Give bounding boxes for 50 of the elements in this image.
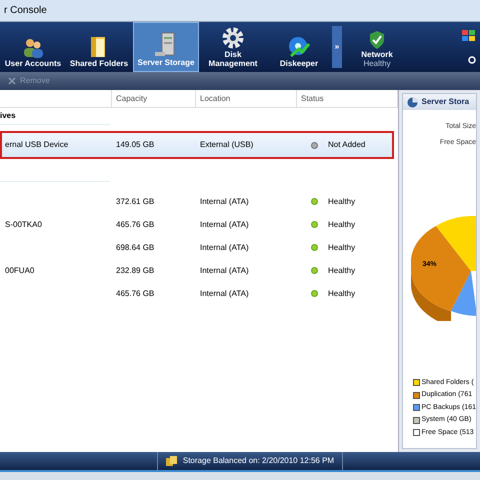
table-row[interactable]: S-00TKA0 465.76 GB Internal (ATA) Healthy (0, 213, 398, 236)
table-cell: Healthy (328, 264, 356, 276)
shield-check-icon (369, 30, 385, 50)
table-cell: Healthy (328, 218, 356, 230)
windows-logo-icon (462, 30, 476, 42)
table-cell: 698.64 GB (116, 242, 154, 252)
nav-tab[interactable]: Diskeeper (266, 22, 332, 72)
window-title: r Console (4, 4, 47, 18)
table-cell: Not Added (328, 139, 366, 151)
table-row[interactable]: ernal USB Device 149.05 GB External (USB) Not Added (0, 131, 394, 159)
table-cell: 149.05 GB (116, 140, 154, 149)
folders-icon (166, 456, 177, 466)
more-button[interactable]: » (332, 26, 342, 68)
column-header: Location (200, 92, 230, 104)
table-cell: Healthy (328, 242, 356, 254)
table-cell: Healthy (328, 288, 356, 300)
table-row[interactable]: 00FUA0 232.89 GB Internal (ATA) Healthy (0, 259, 398, 282)
table-cell: Internal (ATA) (200, 196, 249, 206)
group-title: ives (0, 110, 16, 122)
table-cell: Internal (ATA) (200, 266, 249, 274)
users-icon (22, 37, 44, 59)
table-row[interactable]: 698.64 GB Internal (ATA) Healthy (0, 236, 398, 259)
disk-icon (287, 35, 311, 59)
table-cell: Healthy (328, 196, 356, 208)
table-cell: 465.76 GB (116, 288, 154, 298)
table-row[interactable]: 465.76 GB Internal (ATA) Healthy (0, 282, 398, 305)
column-header: Capacity (116, 92, 148, 104)
table-cell: 372.61 GB (116, 196, 154, 206)
nav-tab[interactable]: Disk Management (200, 22, 266, 72)
network-status-text: Healthy (363, 59, 391, 68)
table-cell: External (USB) (200, 140, 254, 149)
panel-title: Server Stora (422, 96, 470, 108)
nav-tab[interactable]: Shared Folders (66, 22, 132, 72)
network-label: Network (361, 50, 393, 59)
table-cell: ernal USB Device (5, 140, 68, 149)
table-cell: Internal (ATA) (200, 220, 249, 228)
pie-icon (406, 96, 418, 108)
table-cell: S-00TKA0 (5, 220, 42, 228)
table-row[interactable]: 372.61 GB Internal (ATA) Healthy (0, 190, 398, 213)
gear-icon (221, 26, 245, 50)
column-header: Status (301, 92, 324, 104)
close-icon (8, 77, 16, 85)
table-cell: 465.76 GB (116, 220, 154, 228)
table-cell: Internal (ATA) (200, 288, 249, 298)
table-cell: 00FUA0 (5, 266, 34, 274)
status-text: Storage Balanced on: 2/20/2010 12:56 PM (182, 455, 334, 467)
table-cell: Internal (ATA) (200, 242, 249, 252)
table-cell: 232.89 GB (116, 266, 154, 274)
nav-tab[interactable]: Server Storage (133, 22, 199, 72)
nav-tab[interactable]: User Accounts (0, 22, 66, 72)
